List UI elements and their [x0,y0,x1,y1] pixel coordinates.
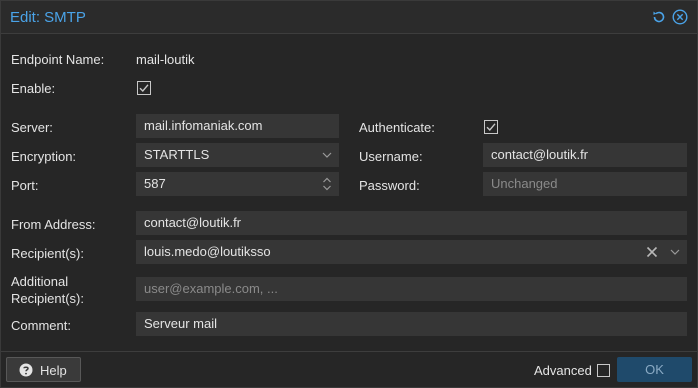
encryption-value: STARTTLS [144,147,210,162]
port-label: Port: [11,178,39,193]
clear-icon[interactable] [646,241,658,263]
endpoint-name-label: Endpoint Name: [11,52,105,67]
port-stepper[interactable]: 587 [136,172,339,196]
server-field[interactable]: mail.infomaniak.com [136,114,339,138]
from-address-label: From Address: [11,217,96,232]
ok-button[interactable]: OK [617,357,692,382]
port-value: 587 [144,176,166,191]
authenticate-label: Authenticate: [359,120,435,135]
enable-checkbox[interactable] [137,81,151,95]
authenticate-checkbox[interactable] [484,120,498,134]
encryption-select[interactable]: STARTTLS [136,143,339,167]
close-icon[interactable] [672,9,688,25]
recipients-value: louis.medo@loutiksso [144,244,271,259]
server-label: Server: [11,120,53,135]
additional-recipients-label-line1: Additional [11,274,69,289]
password-label: Password: [359,178,420,193]
dialog-title: Edit: SMTP [10,9,86,26]
username-label: Username: [359,149,423,164]
from-address-field[interactable]: contact@loutik.fr [136,211,687,235]
username-field[interactable]: contact@loutik.fr [483,143,687,167]
endpoint-name-value: mail-loutik [136,52,195,67]
advanced-checkbox[interactable] [597,364,610,377]
spinner-icon[interactable] [322,173,332,195]
help-button[interactable]: Help [6,357,81,382]
additional-recipients-field[interactable]: user@example.com, ... [136,277,687,301]
enable-label: Enable: [11,81,56,96]
chevron-down-icon[interactable] [670,241,680,263]
reset-icon[interactable] [651,9,667,25]
additional-recipients-label-line2: Recipient(s): [11,291,84,306]
help-icon [19,363,33,377]
recipients-select[interactable]: louis.medo@loutiksso [136,240,687,264]
dialog-footer: Help Advanced OK [1,351,697,387]
title-bar: Edit: SMTP [1,1,697,34]
comment-field[interactable]: Serveur mail [136,312,687,336]
encryption-label: Encryption: [11,149,77,164]
comment-label: Comment: [11,318,71,333]
advanced-label: Advanced [534,363,592,378]
edit-smtp-dialog: Edit: SMTP Endpoint Name: mail-loutik En… [0,0,698,388]
help-label: Help [40,363,67,378]
password-field[interactable]: Unchanged [483,172,687,196]
chevron-down-icon[interactable] [322,144,332,166]
recipients-label: Recipient(s): [11,246,84,261]
